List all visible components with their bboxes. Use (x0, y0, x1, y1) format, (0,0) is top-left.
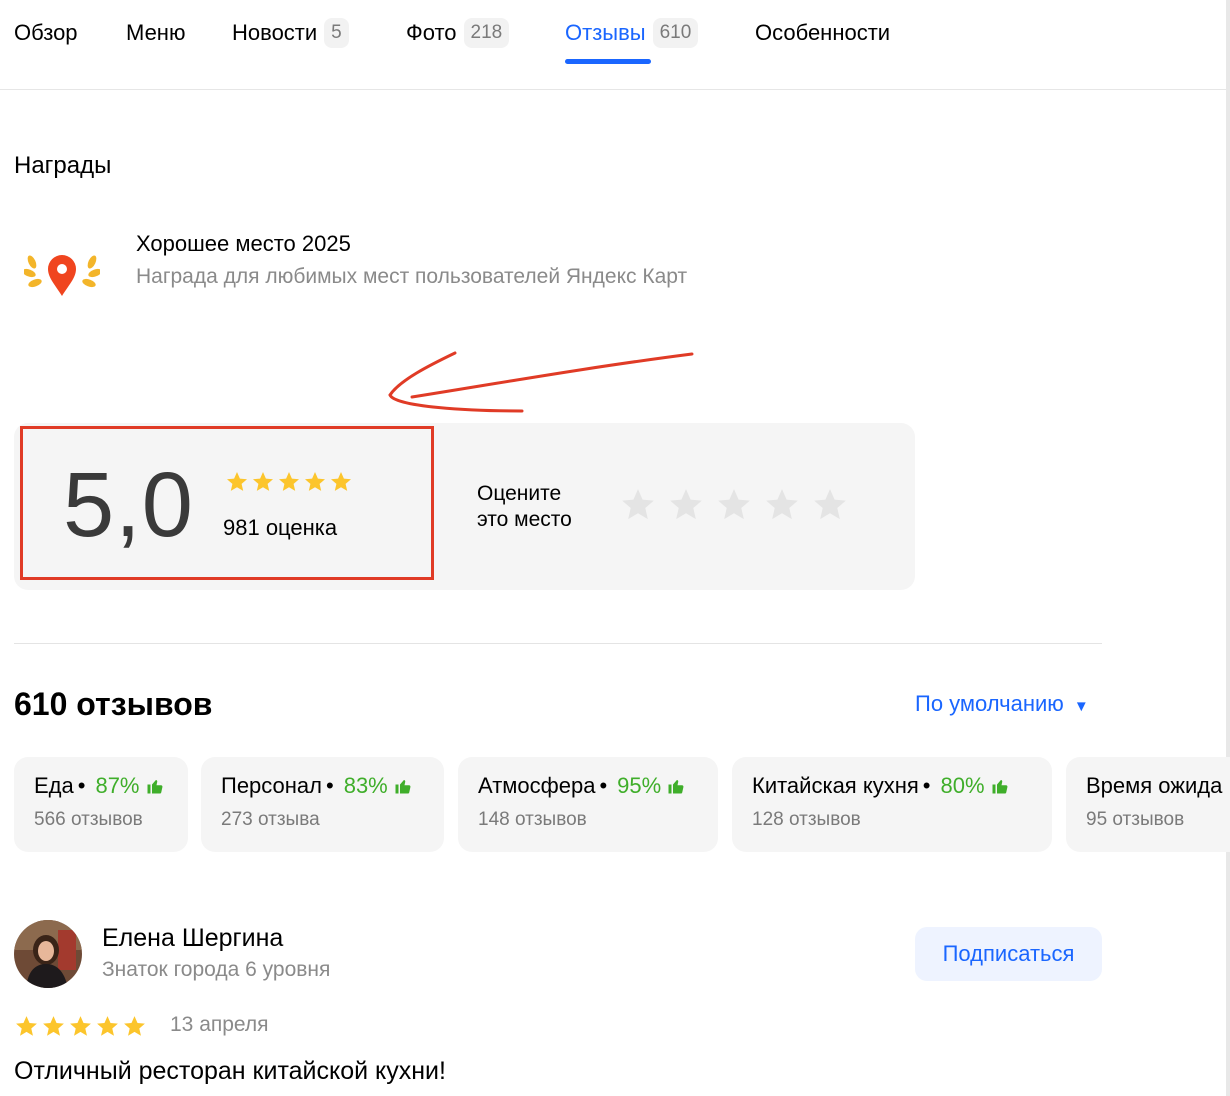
tab-bar: Обзор Меню Новости 5 Фото 218 Отзывы 610 Ос… (0, 0, 1230, 90)
aspect-name: Атмосфера (478, 773, 596, 798)
rate-star-3-icon[interactable] (715, 486, 753, 524)
rating-value: 5,0 (63, 454, 194, 556)
aspect-name: Время ожида (1086, 773, 1223, 798)
aspect-name: Китайская кухня (752, 773, 919, 798)
laurel-map-pin-icon (22, 246, 102, 302)
tab-label: Новости (232, 20, 318, 45)
star-icon (331, 472, 351, 491)
aspect-chip-chinese-cuisine[interactable]: Китайская кухня • 80% 128 отзывов (732, 757, 1052, 852)
tab-label: Особенности (755, 20, 891, 45)
scrollbar[interactable] (1226, 0, 1230, 1096)
active-tab-indicator (565, 59, 651, 64)
tab-label: Фото (406, 20, 457, 45)
award-title: Хорошее место 2025 (136, 231, 351, 256)
annotation-arrow (388, 351, 694, 413)
tab-features[interactable]: Особенности (755, 16, 890, 50)
rate-prompt-line2: это место (477, 508, 572, 531)
rating-count: 981 оценка (223, 515, 338, 540)
rate-star-5-icon[interactable] (811, 486, 849, 524)
subscribe-button[interactable]: Подписаться (915, 927, 1102, 981)
divider (14, 643, 1102, 644)
aspect-count: 148 отзывов (478, 809, 587, 830)
tab-label: Обзор (14, 20, 78, 45)
aspect-name: Персонал (221, 773, 322, 798)
caret-down-icon: ▼ (1073, 698, 1089, 715)
rate-stars (619, 486, 849, 524)
rate-prompt-line1: Оцените (477, 482, 562, 505)
aspect-count: 128 отзывов (752, 809, 861, 830)
star-icon (279, 472, 299, 491)
thumbs-up-icon (992, 780, 1007, 794)
separator-dot: • (599, 773, 608, 798)
star-icon (16, 1016, 37, 1036)
review-stars (14, 1014, 147, 1039)
rate-prompt: Оцените это место (477, 481, 617, 533)
star-icon (227, 472, 247, 491)
aspect-count: 566 отзывов (34, 809, 143, 830)
tab-label: Отзывы (565, 20, 646, 45)
avatar[interactable] (14, 920, 82, 988)
tab-count-badge: 5 (324, 18, 349, 48)
rate-star-2-icon[interactable] (667, 486, 705, 524)
aspect-chip-food[interactable]: Еда • 87% 566 отзывов (14, 757, 188, 852)
thumbs-up-icon (668, 780, 684, 794)
awards-heading: Награды (14, 152, 112, 179)
sort-label: По умолчанию (915, 691, 1064, 716)
separator-dot: • (77, 773, 86, 798)
aspect-chip-staff[interactable]: Персонал • 83% 273 отзыва (201, 757, 444, 852)
rate-star-1-icon[interactable] (619, 486, 657, 524)
tab-reviews[interactable]: Отзывы 610 (565, 16, 699, 50)
separator-dot: • (922, 773, 931, 798)
aspect-percent: 95% (617, 773, 662, 798)
thumbs-up-icon (395, 780, 411, 794)
star-icon (43, 1016, 64, 1036)
tab-label: Меню (126, 20, 186, 45)
review-date: 13 апреля (170, 1013, 269, 1036)
star-icon (305, 472, 325, 491)
aspect-chip-atmosphere[interactable]: Атмосфера • 95% 148 отзывов (458, 757, 718, 852)
review-author-level: Знаток города 6 уровня (102, 958, 331, 981)
sort-dropdown[interactable]: По умолчанию ▼ (915, 691, 1089, 717)
review-author-name[interactable]: Елена Шергина (102, 924, 283, 953)
aspect-name: Еда (34, 773, 74, 798)
tab-count-badge: 218 (463, 18, 510, 48)
thumbs-up-icon (147, 780, 162, 794)
tab-overview[interactable]: Обзор (14, 16, 78, 50)
star-icon (124, 1016, 145, 1036)
separator-dot: • (326, 773, 334, 798)
review-text: Отличный ресторан китайской кухни! (14, 1057, 446, 1085)
star-icon (253, 472, 273, 491)
tab-news[interactable]: Новости 5 (232, 16, 349, 50)
reviews-count-title: 610 отзывов (14, 686, 213, 722)
tab-photos[interactable]: Фото 218 (406, 16, 510, 50)
rate-star-4-icon[interactable] (763, 486, 801, 524)
star-icon (97, 1016, 118, 1036)
tab-menu[interactable]: Меню (126, 16, 185, 50)
aspect-count: 95 отзывов (1086, 809, 1185, 830)
award-subtitle: Награда для любимых мест пользователей Я… (136, 265, 688, 288)
star-icon (70, 1016, 91, 1036)
aspect-percent: 87% (95, 773, 140, 798)
aspect-percent: 80% (940, 773, 985, 798)
aspect-chip-waiting-time[interactable]: Время ожида 95 отзывов (1066, 757, 1230, 852)
tab-count-badge: 610 (652, 18, 699, 48)
rating-stars (225, 470, 353, 494)
aspect-percent: 83% (343, 773, 388, 798)
aspect-count: 273 отзыва (221, 809, 320, 830)
